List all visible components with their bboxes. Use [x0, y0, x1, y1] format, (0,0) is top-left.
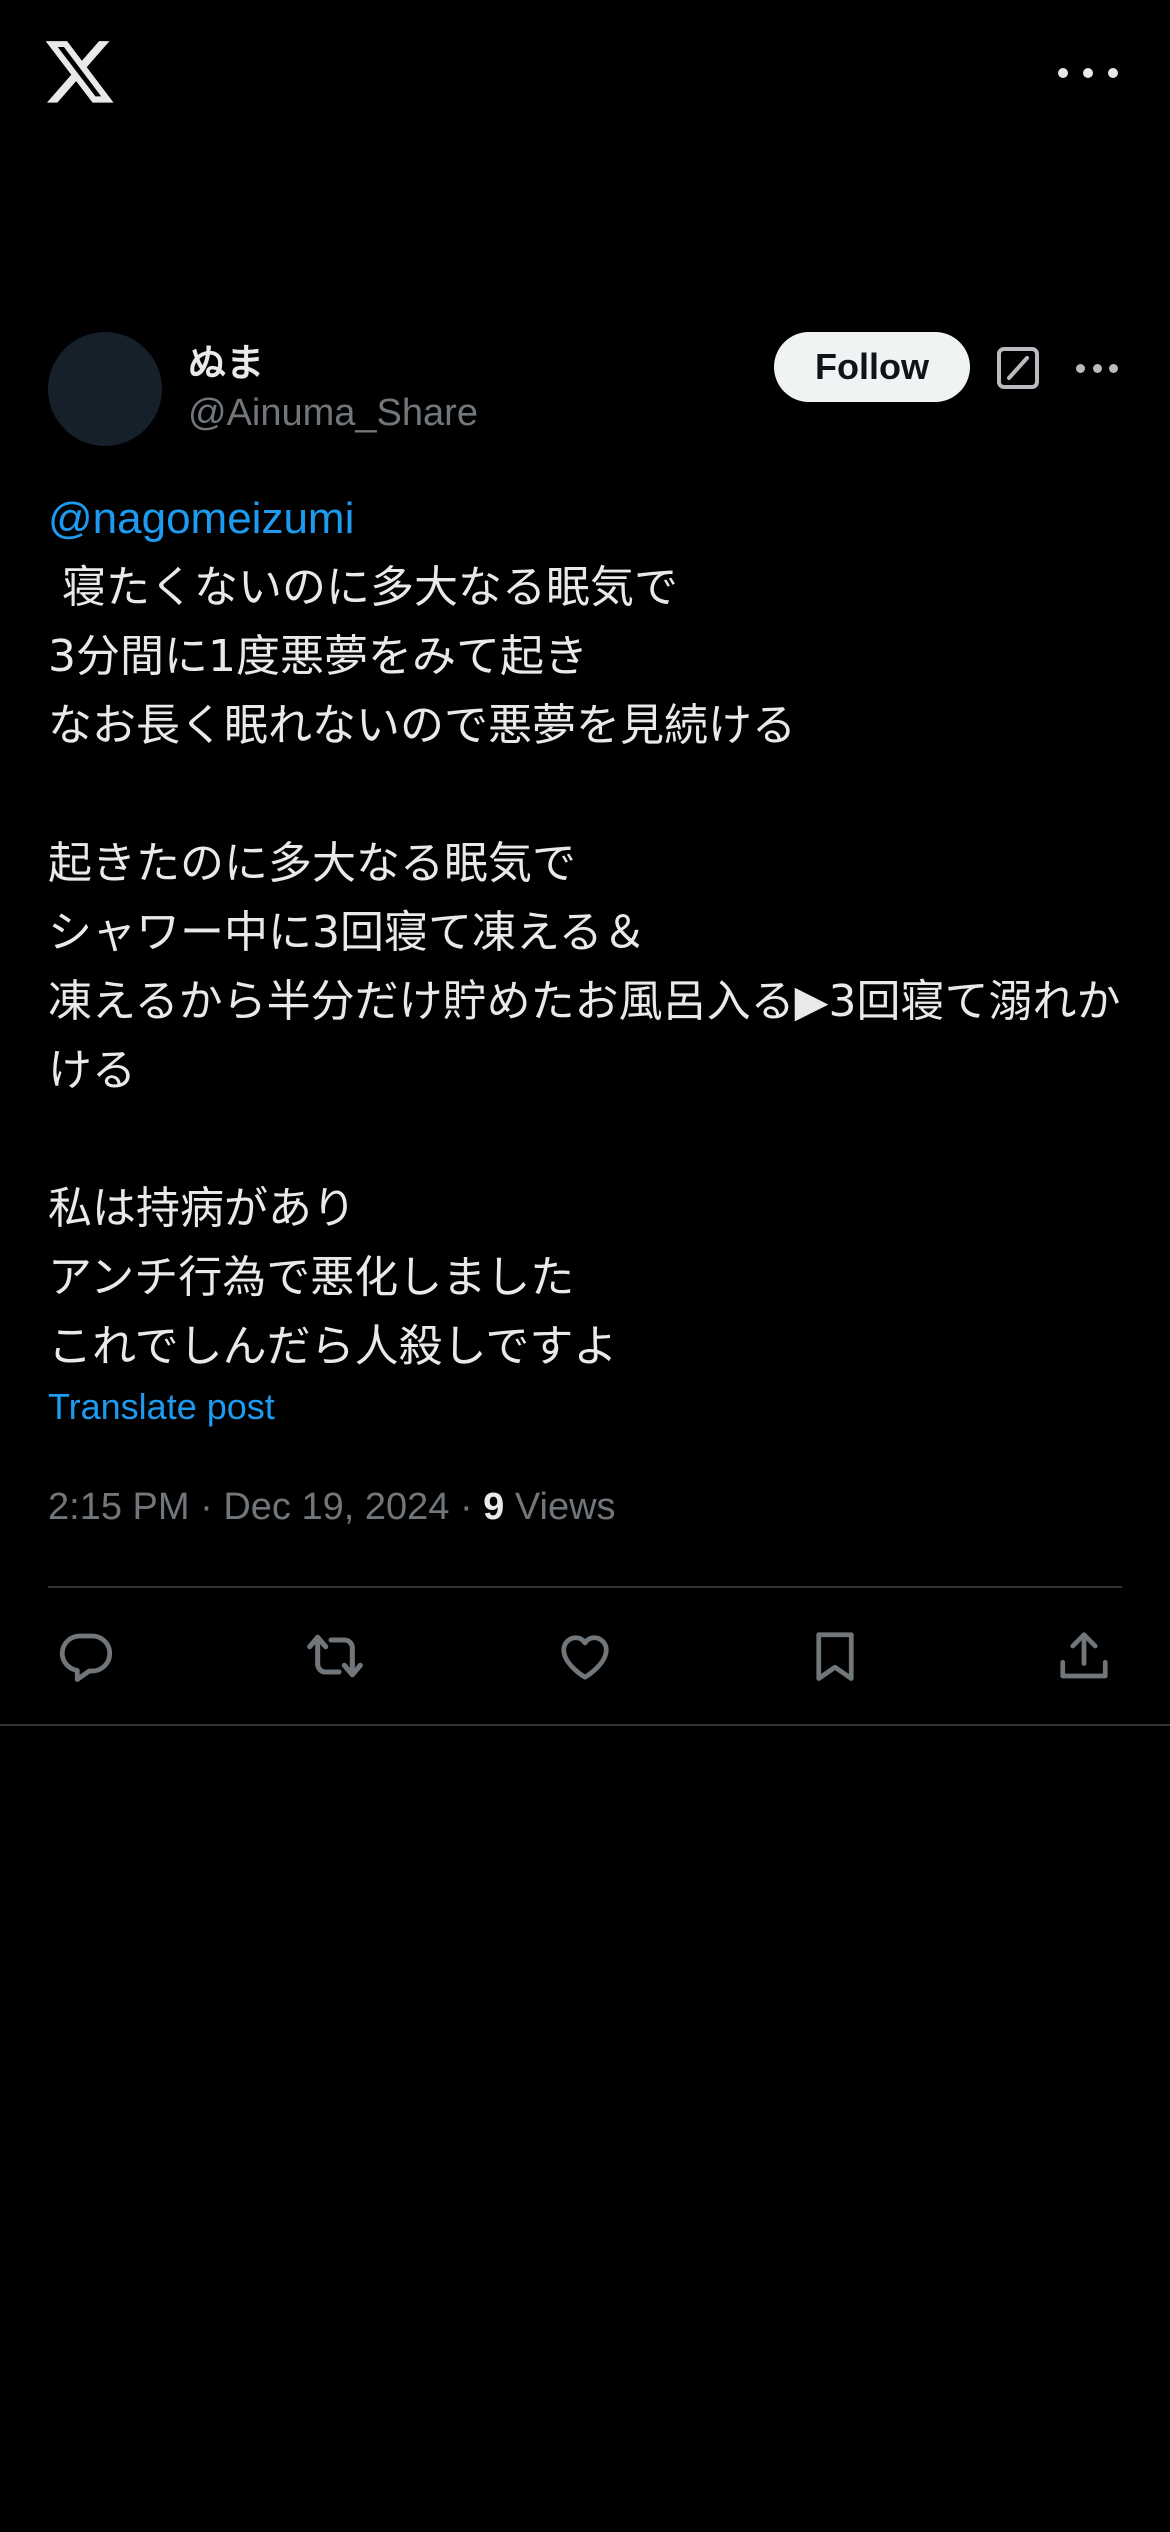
- top-bar: [0, 0, 1170, 150]
- share-icon[interactable]: [1046, 1618, 1122, 1694]
- divider: [48, 1586, 1122, 1588]
- author-display-name[interactable]: ぬま: [188, 332, 264, 387]
- post-line: これでしんだら人殺しですよ: [48, 1321, 618, 1372]
- post-more-icon[interactable]: [1076, 362, 1118, 374]
- post-line: なお長く眠れないので悪夢を見続ける: [48, 700, 796, 751]
- post-meta: 2:15 PM · Dec 19, 2024 · 9 Views: [48, 1486, 616, 1529]
- x-logo-icon[interactable]: [45, 40, 114, 104]
- post-line: シャワー中に3回寝て凍える＆: [48, 907, 647, 958]
- post-text: @nagomeizumi 寝たくないのに多大なる眠気で 3分間に1度悪夢をみて起…: [48, 484, 1128, 1381]
- avatar[interactable]: [48, 332, 162, 446]
- more-horizontal-icon[interactable]: [1058, 58, 1118, 88]
- follow-button[interactable]: Follow: [774, 332, 970, 402]
- action-bar: [48, 1618, 1122, 1694]
- meta-separator: ·: [459, 1486, 484, 1528]
- like-icon[interactable]: [547, 1618, 623, 1694]
- post-blank-line: [48, 760, 1128, 829]
- views-label: Views: [514, 1486, 616, 1528]
- mention-link[interactable]: @nagomeizumi: [48, 484, 1128, 553]
- reply-icon[interactable]: [48, 1618, 124, 1694]
- post-line: 凍えるから半分だけ貯めたお風呂入る▶3回寝て溺れかける: [48, 976, 1121, 1096]
- views-count: 9: [483, 1486, 505, 1528]
- post-line: 私は持病があり: [48, 1183, 356, 1234]
- post-date[interactable]: Dec 19, 2024: [223, 1486, 449, 1528]
- author-handle[interactable]: @Ainuma_Share: [188, 392, 478, 435]
- post-time[interactable]: 2:15 PM: [48, 1486, 190, 1528]
- grok-icon[interactable]: [996, 346, 1040, 390]
- repost-icon[interactable]: [297, 1618, 373, 1694]
- post-line: 寝たくないのに多大なる眠気で: [48, 562, 678, 613]
- post-line: 3分間に1度悪夢をみて起き: [48, 631, 588, 682]
- divider: [0, 1724, 1170, 1726]
- post-blank-line: [48, 1105, 1128, 1174]
- meta-separator: ·: [200, 1486, 224, 1528]
- post-line: アンチ行為で悪化しました: [48, 1252, 575, 1303]
- bookmark-icon[interactable]: [797, 1618, 873, 1694]
- post-line: 起きたのに多大なる眠気で: [48, 838, 576, 889]
- translate-post-link[interactable]: Translate post: [48, 1386, 275, 1428]
